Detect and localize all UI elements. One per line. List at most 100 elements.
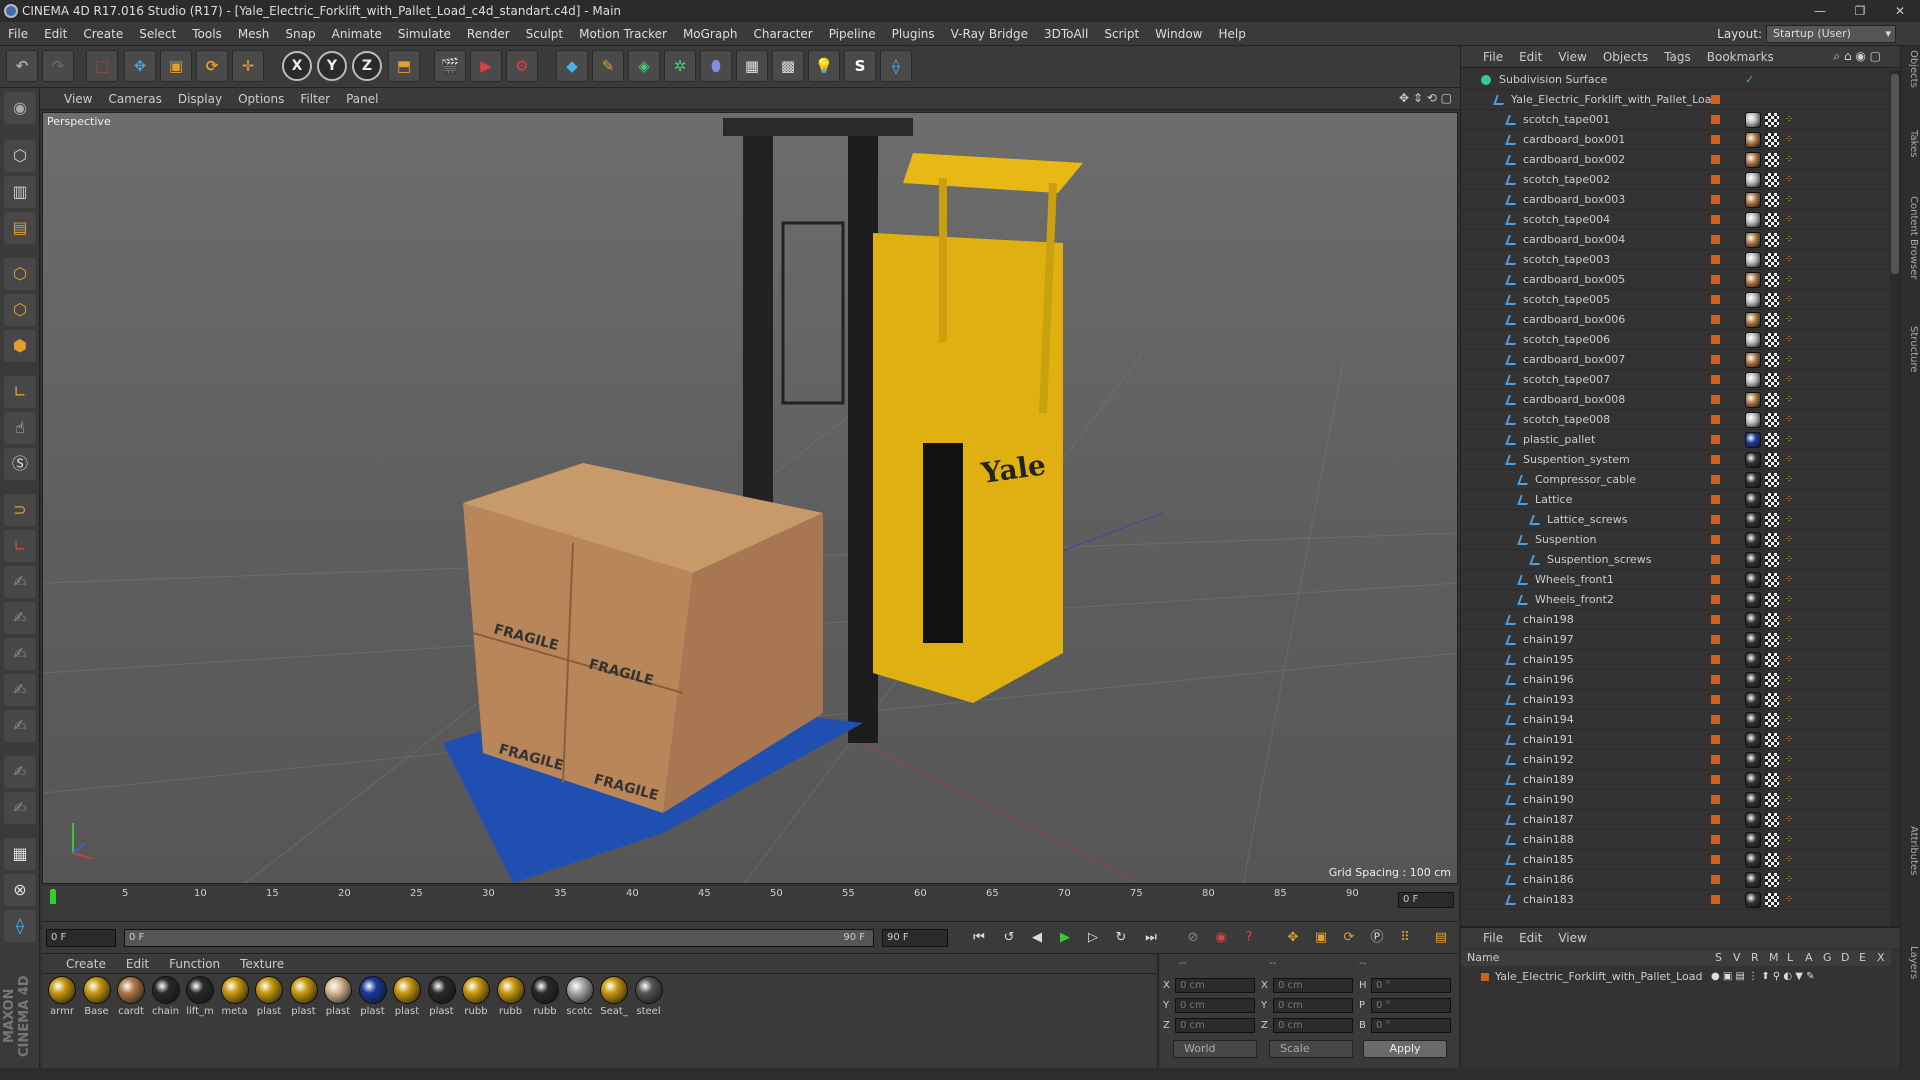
phong-tag-icon[interactable]: ⁘: [1785, 235, 1795, 245]
menu-v-ray-bridge[interactable]: V-Ray Bridge: [943, 22, 1036, 46]
x-position-field[interactable]: 0 cm: [1175, 978, 1255, 993]
object-row[interactable]: chain195 ⁘: [1461, 650, 1891, 670]
record-keys-icon[interactable]: ⊘: [1182, 927, 1204, 949]
y-size-field[interactable]: 0 cm: [1273, 998, 1353, 1013]
object-menu-bookmarks[interactable]: Bookmarks: [1699, 46, 1782, 68]
uvw-tag-icon[interactable]: [1765, 333, 1779, 347]
uvw-tag-icon[interactable]: [1765, 793, 1779, 807]
phong-tag-icon[interactable]: ⁘: [1785, 355, 1795, 365]
bridge-tool-icon[interactable]: ✍: [4, 792, 36, 824]
material-tag-icon[interactable]: [1745, 572, 1761, 588]
pen-spline-icon[interactable]: ✎: [592, 50, 624, 82]
uvw-tag-icon[interactable]: [1765, 173, 1779, 187]
material-tag-icon[interactable]: [1745, 552, 1761, 568]
phong-tag-icon[interactable]: ⁘: [1785, 715, 1795, 725]
minimize-button[interactable]: —: [1800, 0, 1840, 22]
material-swatch[interactable]: plast: [391, 976, 423, 1017]
material-swatch[interactable]: Base: [81, 976, 113, 1017]
rotate-icon[interactable]: ⟳: [196, 50, 228, 82]
material-tag-icon[interactable]: [1745, 792, 1761, 808]
layer-row[interactable]: Yale_Electric_Forklift_with_Pallet_Load …: [1461, 968, 1891, 986]
phong-tag-icon[interactable]: ⁘: [1785, 675, 1795, 685]
object-row[interactable]: chain187 ⁘: [1461, 810, 1891, 830]
material-menu-edit[interactable]: Edit: [116, 954, 159, 974]
uvw-tag-icon[interactable]: [1765, 393, 1779, 407]
y-position-field[interactable]: 0 cm: [1175, 998, 1255, 1013]
side-tab-takes[interactable]: Takes: [1903, 130, 1919, 157]
object-row[interactable]: plastic_pallet ⁘: [1461, 430, 1891, 450]
phong-tag-icon[interactable]: ⁘: [1785, 855, 1795, 865]
object-row[interactable]: scotch_tape007 ⁘: [1461, 370, 1891, 390]
phong-tag-icon[interactable]: ⁘: [1785, 575, 1795, 585]
material-swatch[interactable]: rubb: [529, 976, 561, 1017]
b-rotation-field[interactable]: 0 °: [1371, 1018, 1451, 1033]
material-tag-icon[interactable]: [1745, 252, 1761, 268]
object-row[interactable]: chain192 ⁘: [1461, 750, 1891, 770]
menu-snap[interactable]: Snap: [277, 22, 323, 46]
phong-tag-icon[interactable]: ⁘: [1785, 215, 1795, 225]
phong-tag-icon[interactable]: ⁘: [1785, 395, 1795, 405]
material-swatch[interactable]: chain: [150, 976, 182, 1017]
key-position-icon[interactable]: ✥: [1282, 927, 1304, 949]
menu-motion-tracker[interactable]: Motion Tracker: [571, 22, 675, 46]
menu-script[interactable]: Script: [1096, 22, 1147, 46]
menu-tools[interactable]: Tools: [184, 22, 230, 46]
object-row[interactable]: chain188 ⁘: [1461, 830, 1891, 850]
material-swatch[interactable]: plast: [322, 976, 354, 1017]
model-mode-icon[interactable]: ◉: [4, 92, 36, 124]
material-tag-icon[interactable]: [1745, 212, 1761, 228]
phong-tag-icon[interactable]: ⁘: [1785, 475, 1795, 485]
object-row[interactable]: chain196 ⁘: [1461, 670, 1891, 690]
phong-tag-icon[interactable]: ⁘: [1785, 275, 1795, 285]
material-tag-icon[interactable]: [1745, 472, 1761, 488]
uvw-tag-icon[interactable]: [1765, 213, 1779, 227]
material-menu-create[interactable]: Create: [56, 954, 116, 974]
object-row[interactable]: cardboard_box002 ⁘: [1461, 150, 1891, 170]
menu-select[interactable]: Select: [131, 22, 184, 46]
z-size-field[interactable]: 0 cm: [1273, 1018, 1353, 1033]
uvw-tag-icon[interactable]: [1765, 593, 1779, 607]
phong-tag-icon[interactable]: ⁘: [1785, 455, 1795, 465]
uvw-tag-icon[interactable]: [1765, 233, 1779, 247]
uvw-tag-icon[interactable]: [1765, 293, 1779, 307]
material-tag-icon[interactable]: [1745, 292, 1761, 308]
uvw-tag-icon[interactable]: [1765, 133, 1779, 147]
phong-tag-icon[interactable]: ⁘: [1785, 195, 1795, 205]
object-row[interactable]: chain185 ⁘: [1461, 850, 1891, 870]
phong-tag-icon[interactable]: ⁘: [1785, 135, 1795, 145]
material-tag-icon[interactable]: [1745, 512, 1761, 528]
material-swatch[interactable]: rubb: [495, 976, 527, 1017]
phong-tag-icon[interactable]: ⁘: [1785, 635, 1795, 645]
grid-snap-icon[interactable]: ▦: [4, 838, 36, 870]
uvw-tag-icon[interactable]: [1765, 713, 1779, 727]
uvw-tag-icon[interactable]: [1765, 873, 1779, 887]
menu-window[interactable]: Window: [1147, 22, 1210, 46]
uvw-tag-icon[interactable]: [1765, 673, 1779, 687]
material-swatch[interactable]: lift_m: [184, 976, 216, 1017]
material-tag-icon[interactable]: [1745, 112, 1761, 128]
material-tag-icon[interactable]: [1745, 832, 1761, 848]
texture-mode-icon[interactable]: ▥: [4, 176, 36, 208]
material-menu-texture[interactable]: Texture: [230, 954, 294, 974]
side-tab-layers[interactable]: Layers: [1903, 946, 1919, 979]
phong-tag-icon[interactable]: ⁘: [1785, 835, 1795, 845]
phong-tag-icon[interactable]: ⁘: [1785, 315, 1795, 325]
frame-range-slider[interactable]: 0 F 90 F: [124, 929, 874, 947]
knife-tool-icon[interactable]: ✍: [4, 756, 36, 788]
3d-viewport[interactable]: Perspective Grid Spacing : 100 cm Yale F…: [42, 112, 1458, 884]
material-tag-icon[interactable]: [1745, 392, 1761, 408]
uvw-tag-icon[interactable]: [1765, 353, 1779, 367]
close-button[interactable]: ✕: [1880, 0, 1920, 22]
menu-plugins[interactable]: Plugins: [884, 22, 943, 46]
material-swatch[interactable]: Seat_: [598, 976, 630, 1017]
menu-animate[interactable]: Animate: [324, 22, 390, 46]
phong-tag-icon[interactable]: ⁘: [1785, 435, 1795, 445]
material-tag-icon[interactable]: [1745, 492, 1761, 508]
script-icon[interactable]: S: [844, 50, 876, 82]
viewport-menu-filter[interactable]: Filter: [292, 88, 338, 110]
uvw-tag-icon[interactable]: [1765, 373, 1779, 387]
object-row[interactable]: scotch_tape002 ⁘: [1461, 170, 1891, 190]
previous-frame-icon[interactable]: ◀: [1026, 927, 1048, 949]
cloner-icon[interactable]: ✲: [664, 50, 696, 82]
object-row[interactable]: Lattice_screws ⁘: [1461, 510, 1891, 530]
